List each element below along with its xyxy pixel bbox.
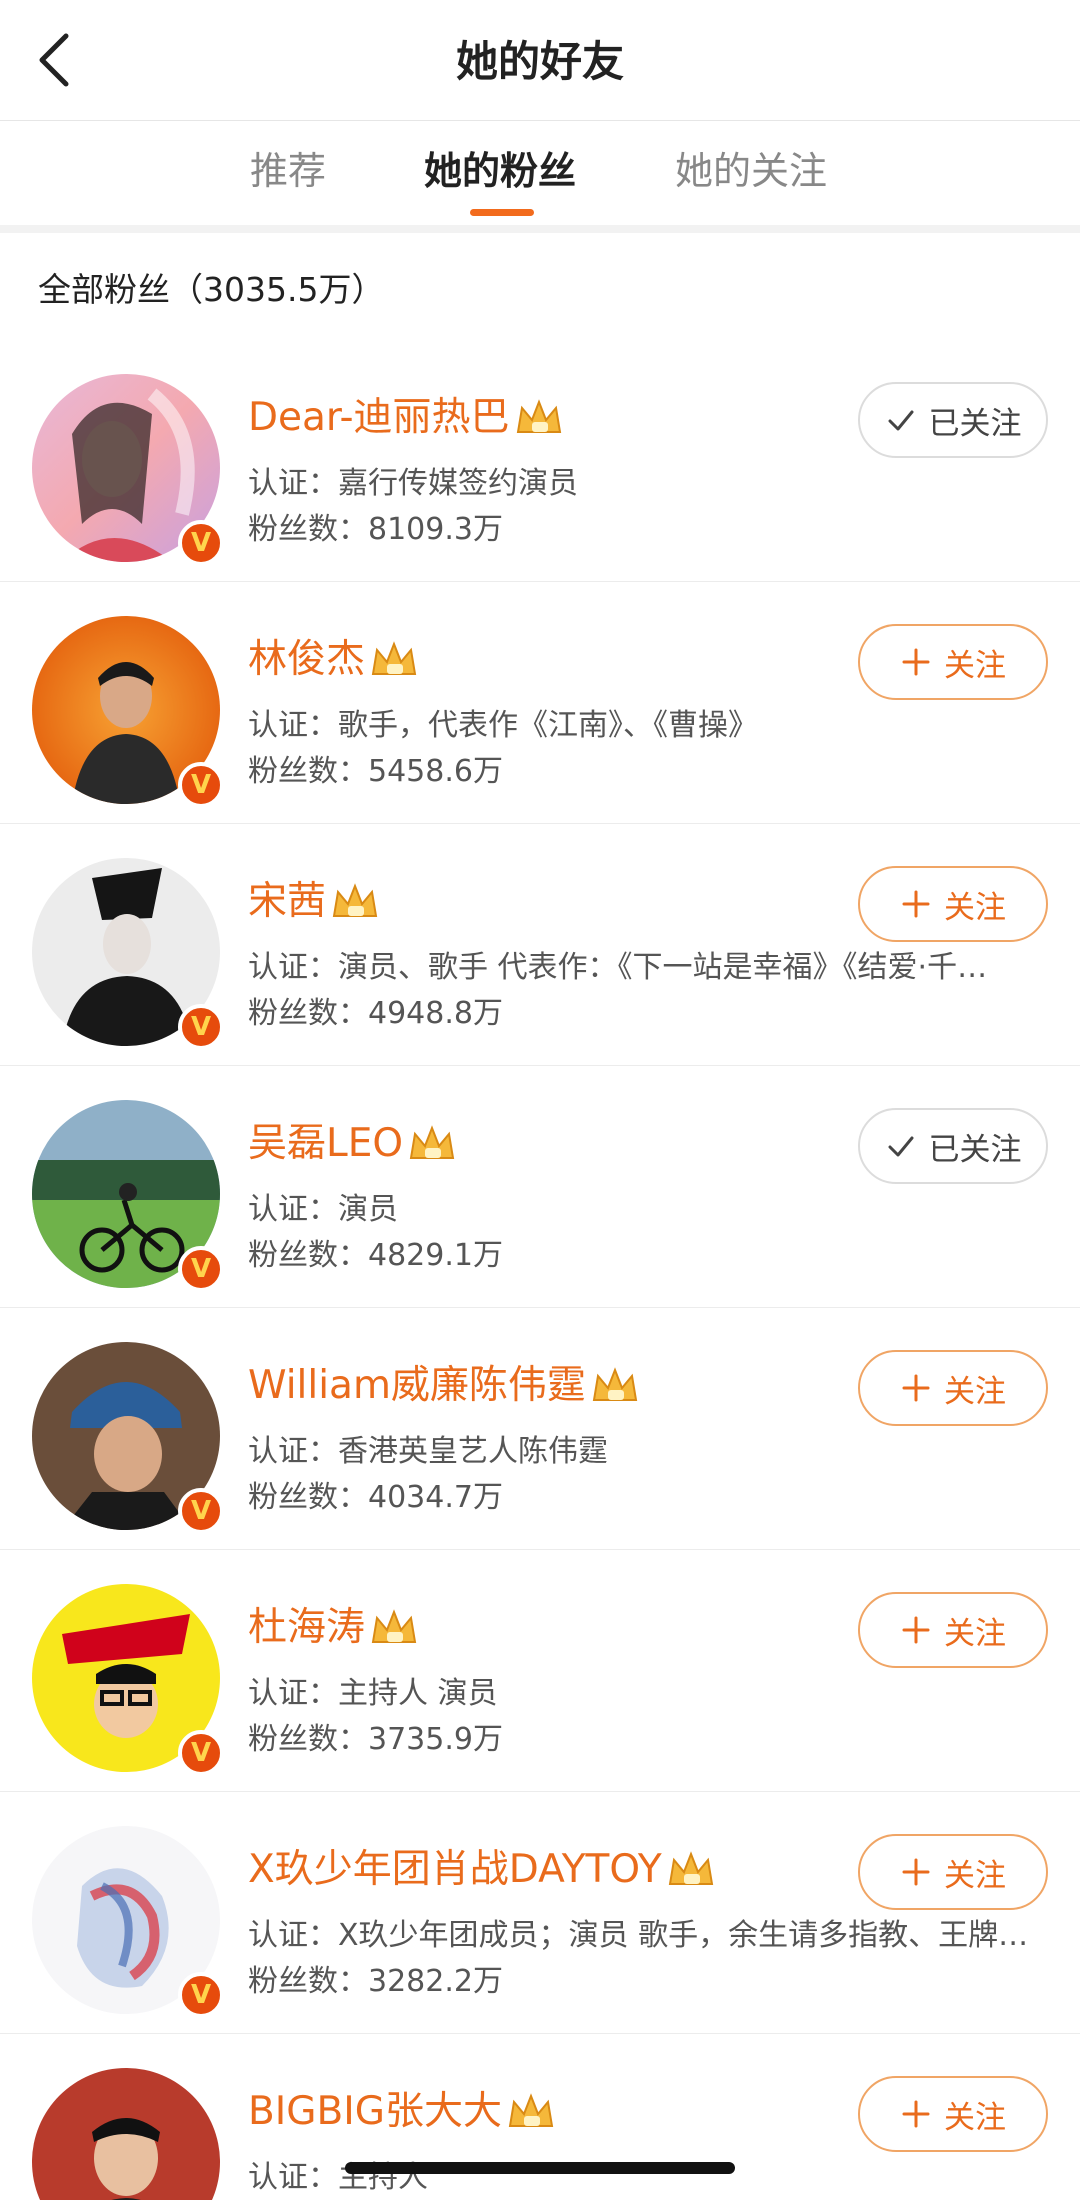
crown-icon <box>668 1851 713 1885</box>
button-label: 已关注 <box>928 1131 1022 1168</box>
button-label: 已关注 <box>928 405 1022 442</box>
fans-count: 粉丝数：4829.1万 <box>248 1238 503 1273</box>
list-item[interactable]: V 宋茜 认证：演员、歌手 代表作：《下一站是幸福》《结爱·千… 粉丝数：494… <box>0 824 1080 1066</box>
user-verification: 认证：X玖少年团成员；演员 歌手，余生请多指教、王牌… <box>248 1918 1029 1953</box>
top-bar: 她的好友 <box>0 0 1080 121</box>
fans-count: 粉丝数：5458.6万 <box>248 754 503 789</box>
user-name[interactable]: 吴磊LEO <box>248 1118 403 1170</box>
verified-badge: V <box>178 1004 224 1050</box>
follow-button[interactable]: 关注 <box>858 2076 1048 2152</box>
verified-badge: V <box>178 1488 224 1534</box>
user-name[interactable]: X玖少年团肖战DAYTOY <box>248 1844 662 1896</box>
user-name[interactable]: 林俊杰 <box>248 634 365 686</box>
verified-badge: V <box>178 1730 224 1776</box>
user-name[interactable]: BIGBIG张大大 <box>248 2086 502 2138</box>
list-item[interactable]: V 杜海涛 认证：主持人 演员 粉丝数：3735.9万 关注 <box>0 1550 1080 1792</box>
button-label: 关注 <box>944 1857 1006 1894</box>
fans-count: 粉丝数：3282.2万 <box>248 1964 503 1999</box>
button-label: 关注 <box>944 2099 1006 2136</box>
followed-button[interactable]: 已关注 <box>858 1108 1048 1184</box>
follow-button[interactable]: 关注 <box>858 1350 1048 1426</box>
plus-icon <box>902 1858 930 1886</box>
crown-icon <box>592 1367 638 1401</box>
crown-icon <box>508 2093 554 2127</box>
followed-button[interactable]: 已关注 <box>858 382 1048 458</box>
follow-button[interactable]: 关注 <box>858 1834 1048 1910</box>
crown-icon <box>371 1609 417 1643</box>
button-label: 关注 <box>944 647 1006 684</box>
user-verification: 认证：演员、歌手 代表作：《下一站是幸福》《结爱·千… <box>248 950 988 985</box>
plus-icon <box>902 890 930 918</box>
avatar[interactable] <box>32 2068 220 2200</box>
fans-count: 粉丝数：3735.9万 <box>248 1722 503 1757</box>
user-verification: 认证：演员 <box>248 1192 398 1227</box>
crown-icon <box>371 641 417 675</box>
list-item[interactable]: V William威廉陈伟霆 认证：香港英皇艺人陈伟霆 粉丝数：4034.7万 … <box>0 1308 1080 1550</box>
plus-icon <box>902 2100 930 2128</box>
list-item[interactable]: BIGBIG张大大 认证：主持人 关注 <box>0 2034 1080 2200</box>
user-verification: 认证：香港英皇艺人陈伟霆 <box>248 1434 608 1469</box>
plus-icon <box>902 1374 930 1402</box>
section-title: 全部粉丝（3035.5万） <box>38 270 385 309</box>
follow-button[interactable]: 关注 <box>858 624 1048 700</box>
crown-icon <box>332 883 378 917</box>
check-icon <box>888 1136 913 1157</box>
home-indicator[interactable] <box>345 2162 735 2174</box>
crown-icon <box>516 399 561 433</box>
follow-button[interactable]: 关注 <box>858 1592 1048 1668</box>
user-name[interactable]: 宋茜 <box>248 876 326 928</box>
button-label: 关注 <box>944 1615 1006 1652</box>
page-title: 她的好友 <box>455 37 624 86</box>
button-label: 关注 <box>944 1373 1006 1410</box>
list-item[interactable]: V Dear-迪丽热巴 认证：嘉行传媒签约演员 粉丝数：8109.3万 已关注 <box>0 340 1080 582</box>
user-verification: 认证：主持人 演员 <box>248 1676 498 1711</box>
verified-badge: V <box>178 1246 224 1292</box>
user-name[interactable]: Dear-迪丽热巴 <box>248 392 510 444</box>
verified-badge: V <box>178 762 224 808</box>
list-item[interactable]: V X玖少年团肖战DAYTOY 认证：X玖少年团成员；演员 歌手，余生请多指教、… <box>0 1792 1080 2034</box>
user-name[interactable]: William威廉陈伟霆 <box>248 1360 586 1412</box>
user-verification: 认证：嘉行传媒签约演员 <box>248 466 578 501</box>
plus-icon <box>902 1616 930 1644</box>
tab-her-fans[interactable]: 她的粉丝 <box>424 147 576 195</box>
fans-count: 粉丝数：4034.7万 <box>248 1480 503 1515</box>
list-item[interactable]: V 林俊杰 认证：歌手，代表作《江南》、《曹操》 粉丝数：5458.6万 关注 <box>0 582 1080 824</box>
fans-count: 粉丝数：4948.8万 <box>248 996 503 1031</box>
tab-her-following[interactable]: 她的关注 <box>675 147 827 195</box>
plus-icon <box>902 648 930 676</box>
fans-count: 粉丝数：8109.3万 <box>248 512 503 547</box>
crown-icon <box>409 1125 455 1159</box>
divider <box>0 225 1080 233</box>
button-label: 关注 <box>944 889 1006 926</box>
verified-badge: V <box>178 520 224 566</box>
tab-bar: 推荐 她的粉丝 她的关注 <box>0 121 1080 225</box>
fan-list: V Dear-迪丽热巴 认证：嘉行传媒签约演员 粉丝数：8109.3万 已关注 … <box>0 340 1080 2200</box>
list-item[interactable]: V 吴磊LEO 认证：演员 粉丝数：4829.1万 已关注 <box>0 1066 1080 1308</box>
follow-button[interactable]: 关注 <box>858 866 1048 942</box>
active-tab-indicator <box>470 209 534 216</box>
user-name[interactable]: 杜海涛 <box>248 1602 365 1654</box>
check-icon <box>888 410 913 431</box>
tab-recommend[interactable]: 推荐 <box>250 147 326 195</box>
verified-badge: V <box>178 1972 224 2018</box>
user-verification: 认证：歌手，代表作《江南》、《曹操》 <box>248 708 758 743</box>
